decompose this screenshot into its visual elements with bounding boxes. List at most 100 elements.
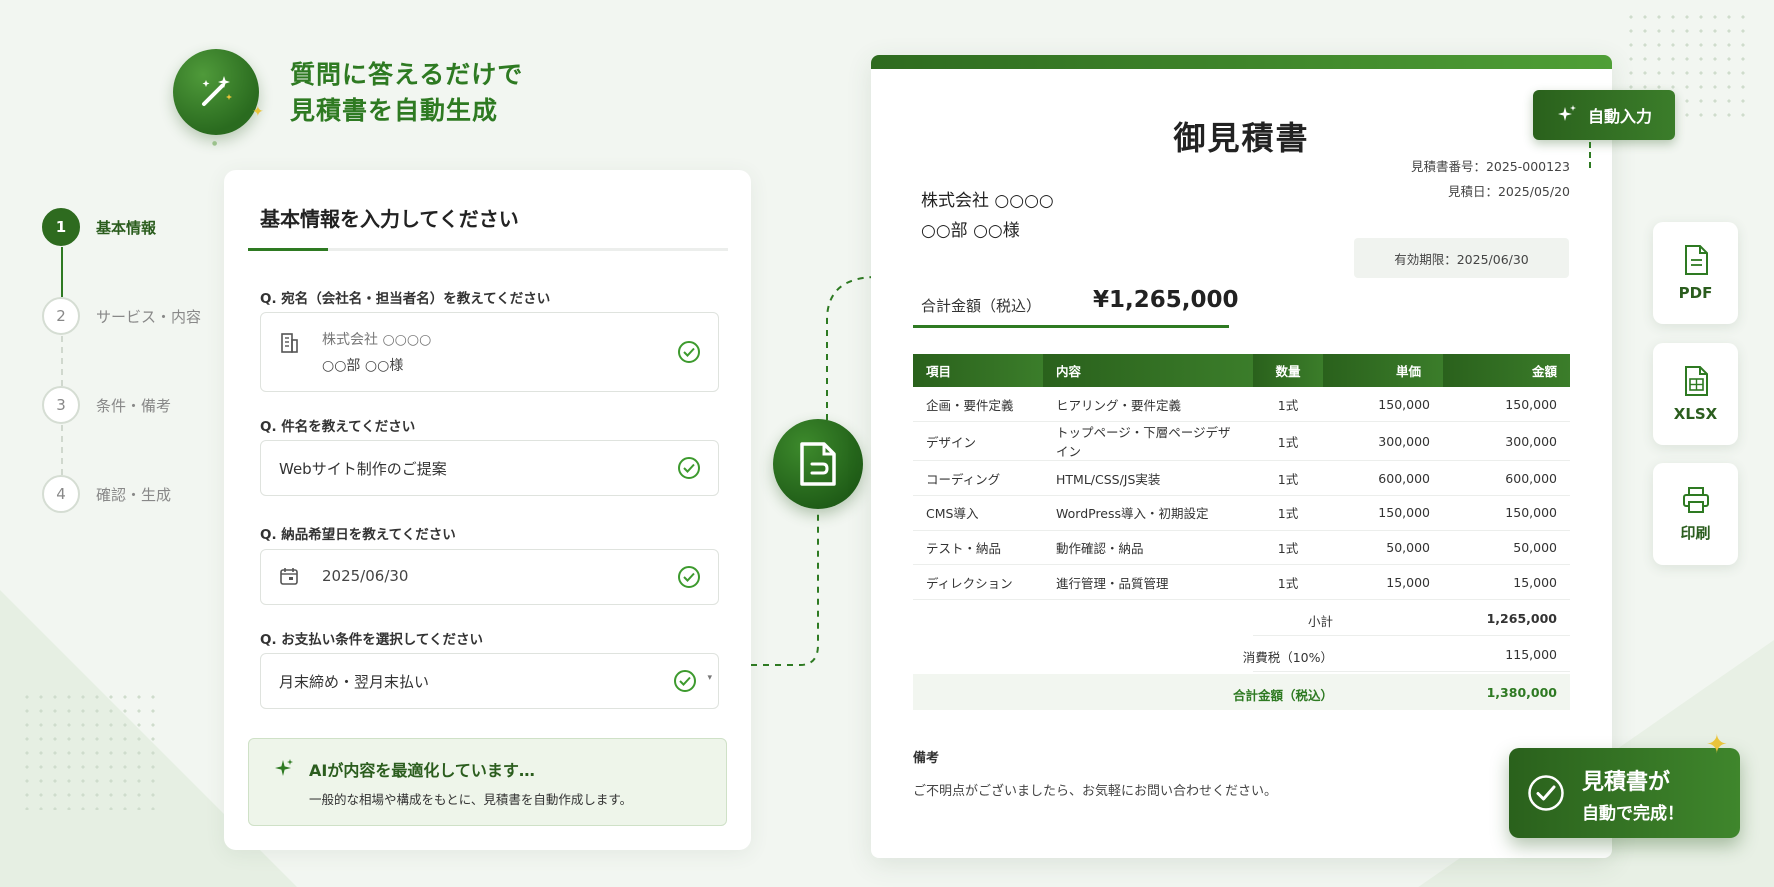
question-recipient: Q. 宛名（会社名・担当者名）を教えてください [260,291,551,307]
step-label: 基本情報 [96,218,157,237]
amount-cell: 150,000 [1443,495,1570,531]
tax-value: 115,000 [1505,647,1557,662]
qty-cell: 1式 [1253,495,1323,531]
amount-cell: 50,000 [1443,530,1570,566]
auto-input-badge: 自動入力 [1533,90,1675,140]
export-xlsx-label: XLSX [1673,405,1718,423]
estimate-items-table: 項目 内容 数量 単価 金額 企画・要件定義 ヒアリング・要件定義 1式 150… [913,354,1570,600]
question-subject: Q. 件名を教えてください [260,419,416,435]
hero-title: 質問に答えるだけで 見積書を自動生成 [290,57,523,129]
validity-date: 有効期限：2025/06/30 [1354,238,1569,278]
grand-total-value: 1,380,000 [1486,685,1557,700]
magic-wand-badge [173,49,259,135]
step-number: 1 [42,208,80,246]
unit-price-cell: 15,000 [1323,564,1443,600]
magic-wand-icon [202,76,232,106]
printer-icon [1682,486,1709,513]
print-label: 印刷 [1680,523,1711,542]
export-xlsx-button[interactable]: XLSX [1653,343,1738,445]
export-pdf-button[interactable]: PDF [1653,222,1738,324]
hero-title-line2: 見積書を自動生成 [290,96,499,125]
unit-price-cell: 600,000 [1323,460,1443,496]
ai-status-desc: 一般的な相場や構成をもとに、見積書を自動作成します。 [309,792,633,807]
sparkle-icon: ✦ [1706,730,1728,760]
spreadsheet-file-icon [1684,366,1708,396]
step-conditions[interactable]: 3 条件・備考 [42,386,171,424]
estimate-title: 御見積書 [1173,119,1310,157]
tax-row: 消費税（10%） 115,000 [913,636,1570,672]
question-delivery-date: Q. 納品希望日を教えてください [260,527,456,543]
grand-total-row: 合計金額（税込） 1,380,000 [913,674,1570,710]
amount-cell: 15,000 [1443,564,1570,600]
export-pdf-label: PDF [1678,284,1713,302]
amount-cell: 600,000 [1443,460,1570,496]
form-progress-line [248,248,728,251]
column-header: 内容 [1043,354,1253,387]
check-circle-icon [1528,775,1564,811]
step-label: 条件・備考 [96,396,172,415]
subtotal-value: 1,265,000 [1486,611,1557,626]
step-number: 4 [42,475,80,513]
dot-pattern-left [20,690,160,810]
amount-cell: 300,000 [1443,421,1570,462]
content-cell: HTML/CSS/JS実装 [1043,460,1253,496]
item-cell: コーディング [913,460,1043,496]
table-row: コーディング HTML/CSS/JS実装 1式 600,000 600,000 [913,460,1570,496]
ai-sparkle-icon [275,759,293,776]
content-cell: 進行管理・品質管理 [1043,564,1253,600]
estimate-number: 見積書番号：2025-000123 [1410,159,1570,174]
payment-value: 月末締め・翌月末払い [279,673,430,691]
check-icon [678,566,700,588]
check-icon [674,670,696,692]
recipient-company: 株式会社 ○○○○ [322,332,432,348]
item-cell: デザイン [913,421,1043,462]
table-row: 企画・要件定義 ヒアリング・要件定義 1式 150,000 150,000 [913,387,1570,423]
qty-cell: 1式 [1253,387,1323,423]
check-icon [678,341,700,363]
basic-info-form: 基本情報を入力してください Q. 宛名（会社名・担当者名）を教えてください 株式… [224,170,751,850]
sparkle-icon: ✦ [252,104,264,120]
notes-text: ご不明点がございましたら、お気軽にお問い合わせください。 [913,784,1278,799]
building-icon [281,333,298,353]
step-label: サービス・内容 [96,307,202,326]
item-cell: ディレクション [913,564,1043,600]
delivery-date-value: 2025/06/30 [322,567,409,585]
total-underline [913,325,1229,328]
notes-title: 備考 [913,751,940,766]
recipient-field[interactable]: 株式会社 ○○○○ ○○部 ○○様 [260,312,719,392]
subtotal-row: 小計 1,265,000 [913,600,1570,636]
table-header: 項目 内容 数量 単価 金額 [913,354,1570,387]
subtotal-label: 小計 [1307,614,1333,629]
client-company: 株式会社 ○○○○ [921,191,1054,211]
total-amount-value: ¥1,265,000 [1093,287,1239,313]
payment-select[interactable]: 月末締め・翌月末払い ▾ [260,653,719,709]
subject-field[interactable]: Webサイト制作のご提案 [260,440,719,496]
column-header: 項目 [913,354,1043,387]
step-confirm[interactable]: 4 確認・生成 [42,475,171,513]
step-basic-info[interactable]: 1 基本情報 [42,208,156,246]
content-cell: ヒアリング・要件定義 [1043,387,1253,423]
estimate-document: 御見積書 見積書番号：2025-000123 見積日：2025/05/20 株式… [871,55,1612,858]
item-cell: テスト・納品 [913,530,1043,566]
tax-label: 消費税（10%） [1242,650,1333,665]
qty-cell: 1式 [1253,564,1323,600]
completed-badge: 見積書が 自動で完成！ [1509,748,1740,838]
print-button[interactable]: 印刷 [1653,463,1738,565]
step-number: 2 [42,297,80,335]
ai-status-box: AIが内容を最適化しています… 一般的な相場や構成をもとに、見積書を自動作成しま… [248,738,727,826]
sparkle-icon [1557,105,1576,121]
table-row: デザイン トップページ・下層ページデザイン 1式 300,000 300,000 [913,421,1570,462]
content-cell: 動作確認・納品 [1043,530,1253,566]
delivery-date-field[interactable]: 2025/06/30 [260,549,719,605]
unit-price-cell: 150,000 [1323,495,1443,531]
content-cell: トップページ・下層ページデザイン [1043,421,1253,462]
item-cell: CMS導入 [913,495,1043,531]
qty-cell: 1式 [1253,530,1323,566]
step-service[interactable]: 2 サービス・内容 [42,297,201,335]
column-header: 数量 [1253,354,1323,387]
client-person: ○○部 ○○様 [921,221,1020,241]
completed-line1: 見積書が [1582,770,1671,795]
pdf-file-icon [1684,245,1708,275]
table-row: CMS導入 WordPress導入・初期設定 1式 150,000 150,00… [913,495,1570,531]
content-cell: WordPress導入・初期設定 [1043,495,1253,531]
